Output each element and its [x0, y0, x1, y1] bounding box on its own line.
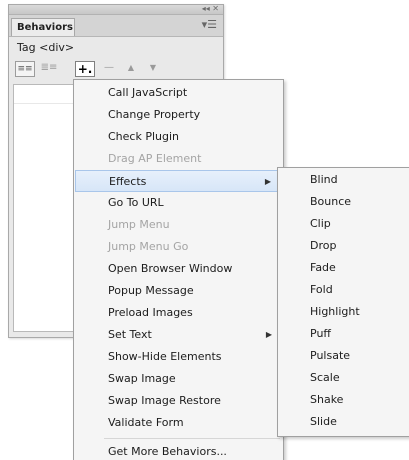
submenu-item-pulsate[interactable]: Pulsate: [278, 345, 408, 367]
window-controls-icon[interactable]: ◂◂ ✕: [202, 3, 219, 15]
submenu-item-puff[interactable]: Puff: [278, 323, 408, 345]
menu-item-check-plugin[interactable]: Check Plugin: [75, 126, 282, 148]
panel-titlebar[interactable]: ◂◂ ✕: [9, 3, 223, 15]
show-all-events-button[interactable]: ≣≡: [39, 61, 59, 77]
add-behavior-button[interactable]: +.: [75, 61, 95, 77]
move-down-button[interactable]: ▼: [143, 61, 163, 77]
panel-tabbar: Behaviors ▾☰: [9, 15, 223, 37]
menu-item-popup-message[interactable]: Popup Message: [75, 280, 282, 302]
submenu-item-drop[interactable]: Drop: [278, 235, 408, 257]
submenu-item-fold[interactable]: Fold: [278, 279, 408, 301]
submenu-item-blind[interactable]: Blind: [278, 169, 408, 191]
menu-item-validate-form[interactable]: Validate Form: [75, 412, 282, 434]
submenu-item-fade[interactable]: Fade: [278, 257, 408, 279]
add-behavior-menu: Call JavaScript Change Property Check Pl…: [73, 79, 284, 460]
submenu-arrow-icon: ▶: [264, 177, 271, 186]
show-set-events-button[interactable]: ≡≡: [15, 61, 35, 77]
stage: ◂◂ ✕ Behaviors ▾☰ Tag <div> ≡≡ ≣≡ +. — ▲…: [0, 0, 409, 460]
menu-item-drag-ap-element: Drag AP Element: [108, 152, 202, 165]
submenu-item-slide[interactable]: Slide: [278, 411, 408, 433]
submenu-item-shake[interactable]: Shake: [278, 389, 408, 411]
submenu-arrow-icon: ▶: [265, 330, 272, 339]
tab-behaviors[interactable]: Behaviors: [11, 18, 75, 36]
menu-item-show-hide-elements[interactable]: Show-Hide Elements: [75, 346, 282, 368]
menu-item-set-text[interactable]: Set Text ▶: [75, 324, 282, 346]
menu-item-swap-image[interactable]: Swap Image: [75, 368, 282, 390]
menu-item-get-more-behaviors[interactable]: Get More Behaviors...: [75, 441, 282, 460]
move-up-button[interactable]: ▲: [121, 61, 141, 77]
menu-item-change-property[interactable]: Change Property: [75, 104, 282, 126]
menu-item-jump-menu-go: Jump Menu Go: [108, 240, 189, 253]
menu-item-swap-image-restore[interactable]: Swap Image Restore: [75, 390, 282, 412]
menu-item-call-javascript[interactable]: Call JavaScript: [75, 82, 282, 104]
menu-separator: [104, 438, 280, 439]
submenu-item-bounce[interactable]: Bounce: [278, 191, 408, 213]
menu-item-jump-menu: Jump Menu: [108, 218, 170, 231]
effects-submenu: Blind Bounce Clip Drop Fade Fold Highlig…: [277, 167, 409, 437]
submenu-item-scale[interactable]: Scale: [278, 367, 408, 389]
menu-item-go-to-url[interactable]: Go To URL: [75, 192, 282, 214]
menu-item-preload-images[interactable]: Preload Images: [75, 302, 282, 324]
submenu-item-highlight[interactable]: Highlight: [278, 301, 408, 323]
panel-menu-icon[interactable]: ▾☰: [202, 18, 217, 32]
tag-label: Tag <div>: [17, 41, 75, 54]
submenu-item-clip[interactable]: Clip: [278, 213, 408, 235]
menu-item-effects[interactable]: Effects ▶: [75, 170, 282, 192]
remove-behavior-button[interactable]: —: [99, 61, 119, 77]
menu-item-open-browser-window[interactable]: Open Browser Window: [75, 258, 282, 280]
